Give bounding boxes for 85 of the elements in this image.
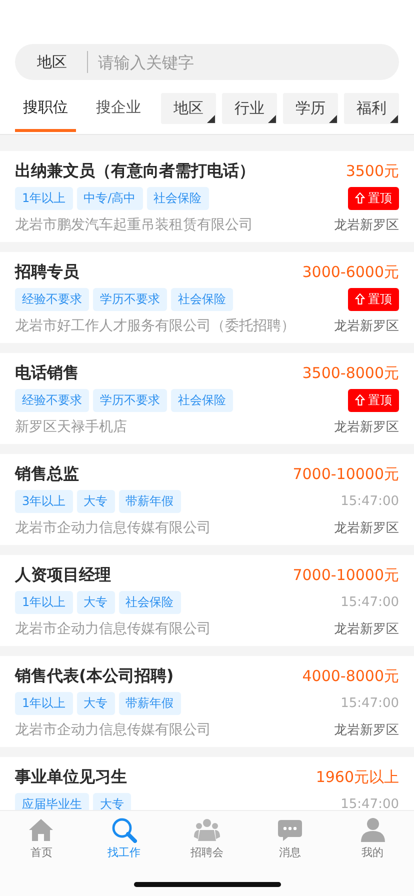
company-name: 龙岩市企动力信息传媒有限公司 [15, 519, 211, 537]
nav-item[interactable]: 消息 [248, 817, 332, 867]
region-selector[interactable]: 地区 [15, 51, 88, 73]
pinned-badge: 置顶 [348, 388, 399, 412]
job-title: 出纳兼文员（有意向者需打电话） [15, 160, 255, 182]
tag: 学历不要求 [93, 288, 167, 310]
tag: 大专 [76, 692, 115, 714]
keyword-input[interactable]: 请输入关键字 [88, 52, 399, 72]
salary: 3000-6000元 [302, 262, 399, 282]
tag: 1年以上 [15, 692, 73, 714]
location: 龙岩新罗区 [334, 520, 399, 537]
job-card[interactable]: 人资项目经理 7000-10000元 1年以上 大专 社会保险 15:47:00 龙岩市企动力信息传媒有限公司 龙岩新罗区 [0, 555, 414, 646]
job-card[interactable]: 销售总监 7000-10000元 3年以上 大专 带薪年假 15:47:00 龙岩市企动力信息传媒有限公司 龙岩新罗区 [0, 454, 414, 545]
corner-triangle-icon [268, 114, 276, 122]
up-arrow-icon [355, 293, 365, 305]
tag: 大专 [93, 792, 131, 810]
filter-dropdown[interactable]: 行业 [222, 92, 277, 124]
post-time: 15:47:00 [340, 696, 399, 710]
tag: 3年以上 [15, 490, 73, 512]
tag: 中专/高中 [76, 186, 143, 210]
location: 龙岩新罗区 [334, 217, 399, 234]
tag: 学历不要求 [93, 388, 167, 412]
corner-triangle-icon [207, 114, 215, 122]
tag: 社会保险 [118, 590, 181, 614]
pinned-badge: 置顶 [348, 186, 399, 210]
location: 龙岩新罗区 [334, 318, 399, 335]
search-tab[interactable]: 搜职位 [15, 84, 76, 132]
people-icon [194, 817, 220, 843]
post-time: 15:47:00 [340, 796, 399, 810]
filter-dropdown[interactable]: 福利 [344, 92, 399, 124]
up-arrow-icon [355, 192, 365, 204]
tag: 大专 [76, 590, 115, 614]
tag: 经验不要求 [15, 288, 89, 310]
job-card[interactable]: 出纳兼文员（有意向者需打电话） 3500元 1年以上 中专/高中 社会保险 置顶 龙岩市鹏发汽车起重吊装租赁有限公司 龙岩新罗区 [0, 151, 414, 242]
company-name: 龙岩市企动力信息传媒有限公司 [15, 620, 211, 638]
location: 龙岩新罗区 [334, 419, 399, 436]
salary: 7000-10000元 [292, 566, 399, 584]
tag: 大专 [76, 490, 115, 512]
tag: 1年以上 [15, 186, 73, 210]
search-bar[interactable]: 地区 请输入关键字 [15, 44, 399, 80]
up-arrow-icon [355, 394, 365, 406]
corner-triangle-icon [329, 114, 337, 122]
search-icon [111, 817, 138, 843]
post-time: 15:47:00 [340, 594, 399, 610]
salary: 4000-8000元 [302, 666, 399, 686]
salary: 7000-10000元 [292, 464, 399, 484]
salary: 3500-8000元 [302, 364, 399, 382]
tag: 经验不要求 [15, 388, 89, 412]
location: 龙岩新罗区 [334, 722, 399, 739]
tag: 社会保险 [146, 186, 209, 210]
house-icon [28, 817, 54, 843]
corner-triangle-icon [390, 114, 398, 122]
tag: 1年以上 [15, 590, 73, 614]
person-icon [360, 817, 386, 843]
job-card[interactable]: 销售代表(本公司招聘) 4000-8000元 1年以上 大专 带薪年假 15:47:00 龙岩市企动力信息传媒有限公司 龙岩新罗区 [0, 656, 414, 747]
job-title: 人资项目经理 [15, 564, 111, 586]
company-name: 龙岩市鹏发汽车起重吊装租赁有限公司 [15, 216, 253, 234]
company-name: 龙岩市企动力信息传媒有限公司 [15, 721, 211, 739]
nav-item[interactable]: 我的 [331, 817, 414, 867]
filter-dropdown[interactable]: 学历 [283, 92, 338, 124]
job-card[interactable]: 事业单位见习生 1960元以上 应届毕业生 大专 15:47:00 [0, 757, 414, 810]
job-title: 电话销售 [15, 362, 79, 384]
tag: 带薪年假 [118, 490, 181, 512]
nav-item[interactable]: 招聘会 [166, 817, 248, 867]
tag: 社会保险 [171, 288, 233, 310]
job-title: 事业单位见习生 [15, 766, 127, 788]
salary: 3500元 [346, 162, 399, 180]
company-name: 龙岩市好工作人才服务有限公司（委托招聘） [15, 317, 295, 335]
location: 龙岩新罗区 [334, 621, 399, 638]
tag: 应届毕业生 [15, 792, 89, 810]
tag: 社会保险 [171, 388, 233, 412]
job-card[interactable]: 电话销售 3500-8000元 经验不要求 学历不要求 社会保险 置顶 新罗区天禄手机店 龙岩新罗区 [0, 353, 414, 444]
search-tab[interactable]: 搜企业 [88, 84, 149, 132]
filter-dropdown[interactable]: 地区 [161, 92, 216, 124]
nav-item[interactable]: 首页 [0, 817, 83, 867]
job-title: 销售总监 [15, 464, 79, 484]
job-card[interactable]: 招聘专员 3000-6000元 经验不要求 学历不要求 社会保险 置顶 龙岩市好工作人才服务有限公司（委托招聘） 龙岩新罗区 [0, 252, 414, 343]
tag: 带薪年假 [118, 692, 181, 714]
post-time: 15:47:00 [340, 494, 399, 508]
pinned-badge: 置顶 [348, 288, 399, 310]
job-title: 销售代表(本公司招聘) [15, 666, 174, 686]
chat-bubble-icon [276, 817, 303, 843]
company-name: 新罗区天禄手机店 [15, 418, 127, 436]
salary: 1960元以上 [316, 768, 399, 786]
job-title: 招聘专员 [15, 262, 79, 282]
